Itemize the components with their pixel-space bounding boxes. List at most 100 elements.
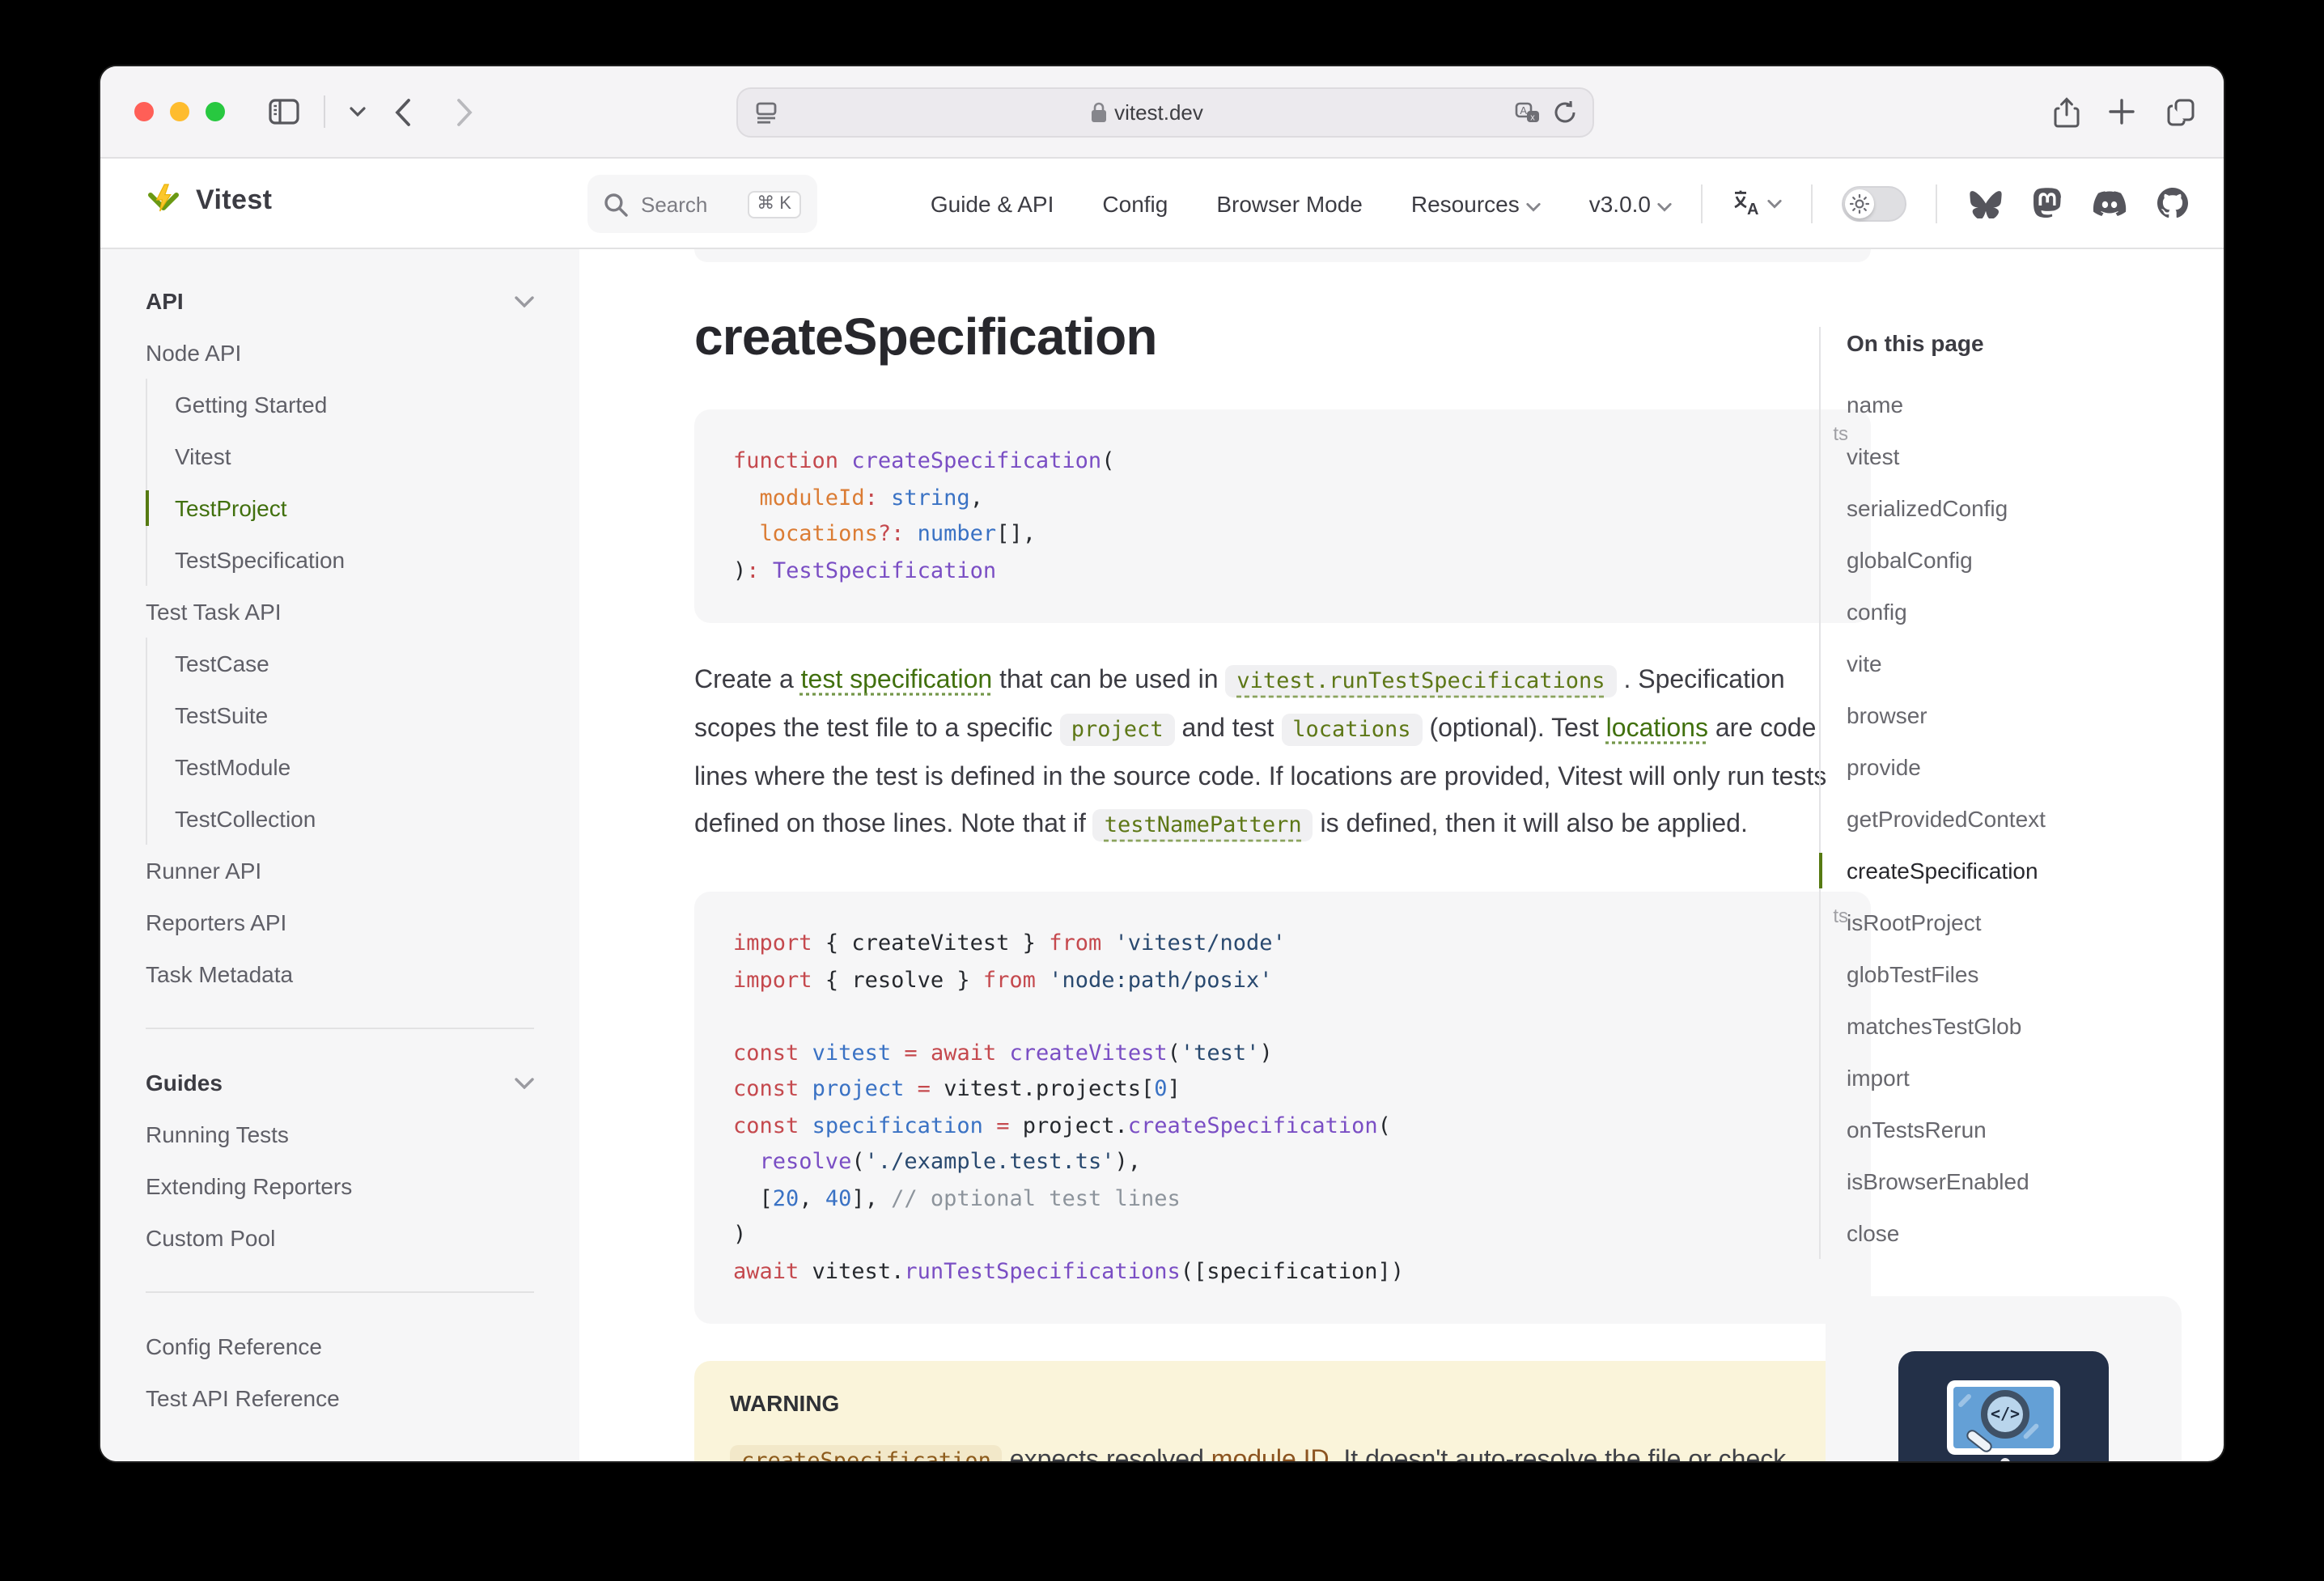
inline-link[interactable]: locations bbox=[1606, 715, 1708, 743]
outline-item-globtestfiles[interactable]: globTestFiles bbox=[1847, 948, 2207, 1000]
outline-item-matchestestglob[interactable]: matchesTestGlob bbox=[1847, 1000, 2207, 1052]
discord-icon[interactable] bbox=[2093, 190, 2127, 216]
reload-icon[interactable] bbox=[1554, 100, 1576, 125]
code-line: [20, 40], // optional test lines bbox=[733, 1180, 1832, 1217]
language-menu[interactable]: A bbox=[1732, 189, 1782, 217]
sidebar-item-runner-api[interactable]: Runner API bbox=[146, 845, 534, 896]
code-line: const project = vitest.projects[0] bbox=[733, 1071, 1832, 1108]
text: expects resolved bbox=[1003, 1447, 1211, 1461]
sidebar-item-testcase[interactable]: TestCase bbox=[175, 638, 534, 689]
outline-item-close[interactable]: close bbox=[1847, 1207, 2207, 1259]
sidebar-item-label: Test Task API bbox=[146, 599, 282, 625]
nav-links: Guide & API Config Browser Mode Resource… bbox=[882, 159, 2188, 248]
sidebar-item-running-tests[interactable]: Running Tests bbox=[146, 1108, 534, 1160]
theme-toggle[interactable] bbox=[1842, 185, 1906, 221]
outline-item-provide[interactable]: provide bbox=[1847, 741, 2207, 793]
sidebar-item-reporters-api[interactable]: Reporters API bbox=[146, 896, 534, 948]
nav-browser-mode[interactable]: Browser Mode bbox=[1216, 190, 1363, 216]
sidebar-subgroup: TestCase TestSuiteTestModuleTestCollectio… bbox=[146, 638, 534, 845]
sidebar-item-getting-started[interactable]: Getting Started bbox=[175, 379, 534, 430]
outline-item-isbrowserenabled[interactable]: isBrowserEnabled bbox=[1847, 1155, 2207, 1207]
example-code-block: ts import { createVitest } from 'vitest/… bbox=[694, 892, 1871, 1324]
theme-toggle-knob bbox=[1845, 189, 1874, 218]
code-line: ): TestSpecification bbox=[733, 553, 1832, 589]
forward-button[interactable] bbox=[440, 89, 489, 134]
code-token: ) bbox=[1259, 1040, 1272, 1066]
code-token: , bbox=[799, 1185, 825, 1211]
nav-resources-dropdown[interactable]: Resources bbox=[1411, 190, 1541, 216]
translate-page-icon[interactable]: A x bbox=[1515, 101, 1541, 124]
sidebar-toggle-button[interactable] bbox=[259, 89, 307, 134]
code-token: vitest bbox=[812, 1040, 892, 1066]
on-this-page-outline: On this page namevitestserializedConfigg… bbox=[1819, 249, 2207, 1259]
nav-version-dropdown[interactable]: v3.0.0 bbox=[1589, 190, 1672, 216]
code-lines: import { createVitest } from 'vitest/nod… bbox=[733, 926, 1832, 1290]
inline-code-link[interactable]: testNamePattern bbox=[1093, 809, 1313, 841]
warning-callout: WARNING createSpecification expects reso… bbox=[694, 1361, 1871, 1461]
outline-item-ontestsrerun[interactable]: onTestsRerun bbox=[1847, 1104, 2207, 1155]
inline-code-link[interactable]: vitest.runTestSpecifications bbox=[1225, 665, 1616, 697]
sidebar-subgroup: Getting Started Vitest TestProjectTestSpec… bbox=[146, 379, 534, 586]
sponsor-ad-card[interactable]: </> bbox=[1826, 1296, 2182, 1461]
code-token bbox=[733, 1149, 760, 1175]
minimize-window-button[interactable] bbox=[170, 102, 189, 121]
sidebar-item-test-api-reference[interactable]: Test API Reference bbox=[146, 1372, 534, 1424]
outline-item-createspecification[interactable]: createSpecification bbox=[1847, 845, 2207, 896]
share-button[interactable] bbox=[2042, 89, 2091, 134]
sidebar-item-custom-pool[interactable]: Custom Pool bbox=[146, 1212, 534, 1264]
outline-item-browser[interactable]: browser bbox=[1847, 689, 2207, 741]
inline-link[interactable]: module ID bbox=[1211, 1447, 1330, 1461]
zoom-window-button[interactable] bbox=[206, 102, 225, 121]
description-paragraph: Create a test specification that can be … bbox=[694, 657, 1871, 850]
sidebar-item-config-reference[interactable]: Config Reference bbox=[146, 1320, 534, 1372]
reader-icon[interactable] bbox=[754, 100, 778, 125]
search-button[interactable]: Search ⌘ K bbox=[587, 175, 817, 233]
ad-illustration: </> bbox=[1898, 1351, 2109, 1461]
outline-item-serializedconfig[interactable]: serializedConfig bbox=[1847, 482, 2207, 534]
sidebar-item-testspecification[interactable]: TestSpecification bbox=[175, 534, 534, 586]
back-button[interactable] bbox=[379, 89, 427, 134]
nav-guide-api[interactable]: Guide & API bbox=[931, 190, 1054, 216]
tab-overview-button[interactable] bbox=[2156, 89, 2204, 134]
code-token: await bbox=[931, 1040, 996, 1066]
outline-item-isrootproject[interactable]: isRootProject bbox=[1847, 896, 2207, 948]
inline-link[interactable]: test specification bbox=[801, 667, 993, 694]
outline-item-import[interactable]: import bbox=[1847, 1052, 2207, 1104]
sidebar-menu-button[interactable] bbox=[333, 89, 382, 134]
sidebar-item-testmodule[interactable]: TestModule bbox=[175, 741, 534, 793]
bluesky-icon[interactable] bbox=[1970, 189, 2002, 218]
sidebar-item-testproject[interactable]: TestProject bbox=[175, 482, 534, 534]
sidebar-item-task-metadata[interactable]: Task Metadata bbox=[146, 948, 534, 1000]
sidebar-item-api[interactable]: API bbox=[146, 275, 534, 327]
outline-item-getprovidedcontext[interactable]: getProvidedContext bbox=[1847, 793, 2207, 845]
sidebar-item-test-task-api[interactable]: Test Task API bbox=[146, 586, 534, 638]
close-window-button[interactable] bbox=[134, 102, 154, 121]
sidebar-item-testcollection[interactable]: TestCollection bbox=[175, 793, 534, 845]
sidebar-item-guides[interactable]: Guides bbox=[146, 1057, 534, 1108]
sidebar-item-extending-reporters[interactable]: Extending Reporters bbox=[146, 1160, 534, 1212]
tabs-icon bbox=[2166, 98, 2194, 125]
code-line: const specification = project.createSpec… bbox=[733, 1108, 1832, 1144]
share-icon bbox=[2054, 96, 2080, 127]
mastodon-icon[interactable] bbox=[2033, 188, 2062, 218]
address-bar[interactable]: vitest.dev A x bbox=[736, 87, 1594, 138]
sidebar-item-testsuite[interactable]: TestSuite bbox=[175, 689, 534, 741]
code-token: ([specification]) bbox=[1181, 1258, 1404, 1284]
github-icon[interactable] bbox=[2157, 188, 2188, 218]
outline-item-vitest[interactable]: vitest bbox=[1847, 430, 2207, 482]
outline-item-config[interactable]: config bbox=[1847, 586, 2207, 638]
code-token: { resolve } bbox=[812, 967, 983, 993]
outline-item-vite[interactable]: vite bbox=[1847, 638, 2207, 689]
new-tab-button[interactable] bbox=[2097, 89, 2146, 134]
sidebar-item-node-api[interactable]: Node API bbox=[146, 327, 534, 379]
chevron-down-icon bbox=[515, 1077, 534, 1088]
sun-icon bbox=[1850, 193, 1869, 213]
outline-item-name[interactable]: name bbox=[1847, 379, 2207, 430]
sidebar-item-vitest[interactable]: Vitest bbox=[175, 430, 534, 482]
outline-title: On this page bbox=[1847, 327, 2207, 359]
outline-item-globalconfig[interactable]: globalConfig bbox=[1847, 534, 2207, 586]
site-logo[interactable]: Vitest bbox=[144, 181, 272, 220]
sidebar-item-label: Vitest bbox=[175, 443, 231, 469]
sidebar-item-label: TestCase bbox=[175, 651, 269, 676]
nav-config[interactable]: Config bbox=[1102, 190, 1168, 216]
